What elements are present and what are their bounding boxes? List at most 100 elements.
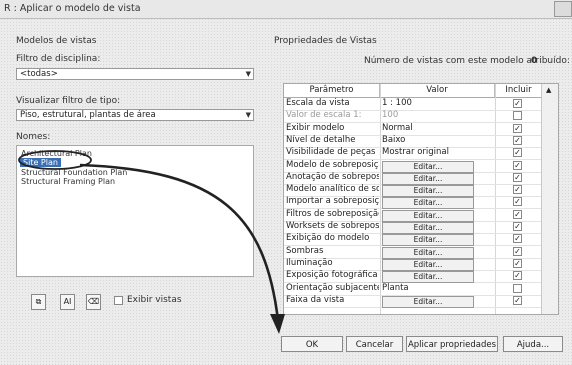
- include-checkbox[interactable]: ✓: [513, 185, 522, 195]
- list-item[interactable]: Structural Foundation Plan: [21, 168, 127, 177]
- ok-button[interactable]: OK: [281, 336, 343, 352]
- include-checkbox[interactable]: ✓: [513, 172, 522, 182]
- cancel-button[interactable]: Cancelar: [346, 336, 403, 352]
- window-title: R : Aplicar o modelo de vista: [4, 3, 141, 14]
- column-header-value[interactable]: Valor: [380, 84, 495, 97]
- table-row[interactable]: Nível de detalhe Baixo ✓: [284, 135, 543, 148]
- edit-button[interactable]: Editar...: [382, 185, 474, 198]
- assigned-count-value: 0: [531, 56, 538, 66]
- edit-button[interactable]: Editar...: [382, 209, 474, 222]
- duplicate-icon[interactable]: ⧉: [31, 294, 46, 310]
- column-header-include[interactable]: Incluir: [495, 84, 543, 97]
- viewtype-filter-value: Piso, estrutural, plantas de área: [20, 110, 156, 120]
- value-cell[interactable]: Normal: [382, 123, 413, 133]
- table-row[interactable]: Modelo de sobreposição Editar... ✓: [284, 160, 543, 173]
- names-label: Nomes:: [16, 132, 51, 142]
- include-checkbox[interactable]: ✓: [513, 258, 522, 268]
- table-row[interactable]: Modelo analítico de sobreposiçãoEditar..…: [284, 184, 543, 198]
- apply-properties-button[interactable]: Aplicar propriedades: [406, 336, 498, 352]
- title-bar: R : Aplicar o modelo de vista: [0, 0, 572, 19]
- discipline-filter-select[interactable]: <todas> ▼: [16, 68, 254, 80]
- assigned-count-label: Número de vistas com este modelo atribuí…: [364, 56, 570, 66]
- table-row[interactable]: Faixa da vista Editar... ✓: [284, 295, 543, 308]
- include-checkbox[interactable]: ✓: [513, 160, 522, 170]
- edit-button[interactable]: Editar...: [382, 271, 474, 284]
- chevron-down-icon: ▼: [245, 70, 251, 78]
- edit-button[interactable]: Editar...: [382, 295, 474, 308]
- include-checkbox[interactable]: ✓: [513, 271, 522, 281]
- include-checkbox[interactable]: ✓: [513, 123, 522, 133]
- edit-button[interactable]: Editar...: [382, 258, 474, 271]
- include-checkbox[interactable]: ✓: [513, 99, 522, 108]
- list-item[interactable]: Structural Framing Plan: [21, 177, 115, 186]
- table-row[interactable]: Exposição fotográfica Editar... ✓: [284, 270, 543, 284]
- parameter-cell: Valor de escala 1:: [286, 110, 362, 121]
- include-checkbox[interactable]: [513, 111, 522, 121]
- parameter-cell: Exibição do modelo: [286, 233, 370, 244]
- parameter-cell: Modelo de sobreposição: [286, 159, 379, 170]
- include-checkbox[interactable]: ✓: [513, 148, 522, 158]
- help-button[interactable]: Ajuda...: [503, 336, 563, 352]
- show-views-checkbox[interactable]: [114, 296, 123, 305]
- edit-button[interactable]: Editar...: [382, 246, 474, 259]
- parameter-cell: Sombras: [286, 245, 324, 256]
- parameter-cell: Modelo analítico de sobreposição: [286, 184, 379, 195]
- table-row[interactable]: Filtros de sobreposição Editar... ✓: [284, 209, 543, 222]
- include-checkbox[interactable]: ✓: [513, 246, 522, 256]
- edit-button[interactable]: Editar...: [382, 222, 474, 234]
- viewtype-filter-select[interactable]: Piso, estrutural, plantas de área ▼: [16, 109, 254, 121]
- parameter-cell: Exposição fotográfica: [286, 270, 378, 281]
- scroll-up-icon[interactable]: ▲: [546, 86, 551, 94]
- parameter-cell: Escala da vista: [286, 98, 350, 108]
- table-row[interactable]: Exibição do modelo Editar... ✓: [284, 233, 543, 247]
- table-row[interactable]: Sombras Editar... ✓: [284, 246, 543, 259]
- parameter-cell: Exibir modelo: [286, 122, 345, 133]
- include-checkbox[interactable]: ✓: [513, 135, 522, 145]
- parameter-cell: Faixa da vista: [286, 294, 345, 305]
- list-item-selected[interactable]: Site Plan: [20, 158, 61, 167]
- table-row[interactable]: Orientação subjacente Planta: [284, 283, 543, 296]
- value-cell[interactable]: Planta: [382, 283, 409, 293]
- edit-button[interactable]: Editar...: [382, 160, 474, 173]
- parameter-cell: Worksets de sobreposição: [286, 221, 379, 231]
- value-cell[interactable]: 100: [382, 110, 398, 120]
- column-header-parameter[interactable]: Parâmetro: [284, 84, 380, 97]
- table-row[interactable]: Escala da vista 1 : 100 ✓: [284, 98, 543, 111]
- include-checkbox[interactable]: ✓: [513, 197, 522, 207]
- table-row[interactable]: Valor de escala 1: 100: [284, 110, 543, 124]
- grid-scrollbar[interactable]: ▲: [541, 84, 558, 314]
- templates-list[interactable]: Architectural Plan Site Plan Structural …: [16, 145, 254, 277]
- table-row[interactable]: Anotação de sobreposiçãoEditar... ✓: [284, 172, 543, 185]
- viewtype-filter-label: Visualizar filtro de tipo:: [16, 96, 121, 106]
- close-button[interactable]: [554, 1, 572, 17]
- include-checkbox[interactable]: ✓: [513, 234, 522, 244]
- parameter-cell: Filtros de sobreposição: [286, 208, 379, 219]
- value-cell[interactable]: Baixo: [382, 135, 405, 145]
- include-checkbox[interactable]: [513, 283, 522, 293]
- rename-icon[interactable]: AI: [60, 294, 75, 310]
- include-checkbox[interactable]: ✓: [513, 222, 522, 231]
- parameter-cell: Importar a sobreposição: [286, 196, 379, 207]
- include-checkbox[interactable]: ✓: [513, 209, 522, 219]
- edit-button[interactable]: Editar...: [382, 197, 474, 210]
- table-row[interactable]: Importar a sobreposiçãoEditar... ✓: [284, 196, 543, 210]
- discipline-filter-label: Filtro de disciplina:: [16, 54, 101, 64]
- table-row[interactable]: Exibir modelo Normal ✓: [284, 123, 543, 136]
- view-templates-label: Modelos de vistas: [16, 36, 97, 46]
- edit-button[interactable]: Editar...: [382, 172, 474, 185]
- list-item[interactable]: Architectural Plan: [21, 149, 92, 158]
- parameter-cell: Nível de detalhe: [286, 134, 356, 145]
- properties-grid[interactable]: Parâmetro Valor Incluir Escala da vista 1…: [283, 83, 559, 315]
- delete-icon[interactable]: ⌫: [86, 294, 101, 310]
- table-row[interactable]: Iluminação Editar... ✓: [284, 258, 543, 271]
- table-row[interactable]: Visibilidade de peças Mostrar original ✓: [284, 147, 543, 161]
- view-properties-label: Propriedades de Vistas: [274, 36, 377, 46]
- include-checkbox[interactable]: ✓: [513, 295, 522, 305]
- parameter-cell: Visibilidade de peças: [286, 147, 376, 158]
- value-cell[interactable]: Mostrar original: [382, 147, 449, 157]
- table-row[interactable]: Worksets de sobreposiçãoEditar... ✓: [284, 221, 543, 234]
- value-cell[interactable]: 1 : 100: [382, 98, 412, 108]
- show-views-label: Exibir vistas: [127, 295, 182, 305]
- edit-button[interactable]: Editar...: [382, 234, 474, 247]
- parameter-cell: Anotação de sobreposição: [286, 171, 379, 182]
